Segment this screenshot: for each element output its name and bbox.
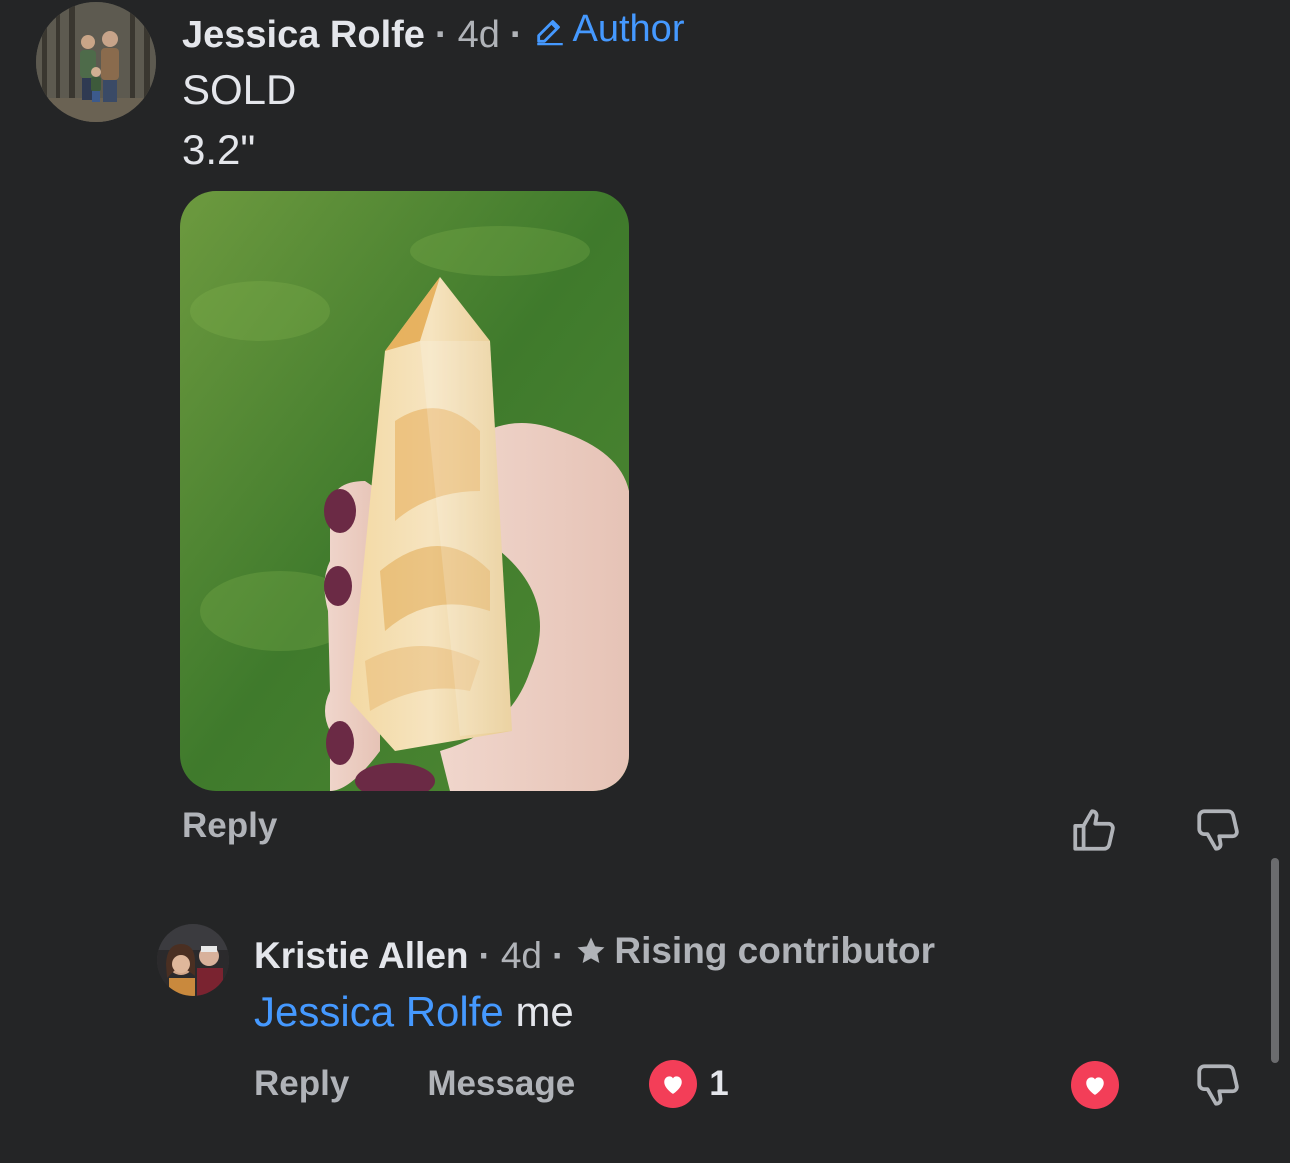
comment-text-line: SOLD: [182, 66, 297, 113]
avatar[interactable]: [36, 2, 156, 122]
love-react-button[interactable]: [1067, 1057, 1123, 1113]
author-badge-label: Author: [572, 8, 685, 50]
author-name[interactable]: Kristie Allen: [254, 935, 469, 977]
mention-link[interactable]: Jessica Rolfe: [254, 988, 504, 1035]
avatar[interactable]: [157, 924, 229, 996]
reply-actions: Reply Message 1: [254, 1060, 729, 1108]
reply-text: Jessica Rolfe me: [254, 988, 574, 1036]
message-button[interactable]: Message: [427, 1064, 575, 1104]
heart-icon: [649, 1060, 698, 1108]
reaction-count: 1: [709, 1064, 729, 1103]
reply-button[interactable]: Reply: [254, 1064, 349, 1104]
separator-dot: ·: [434, 13, 448, 56]
timestamp[interactable]: 4d: [458, 14, 500, 57]
rising-contributor-badge: Rising contributor: [574, 930, 935, 972]
separator-dot: ·: [478, 935, 491, 976]
comment-text-line: 3.2": [182, 126, 256, 173]
author-badge: Author: [533, 8, 685, 51]
reply-header: Kristie Allen · 4d · Rising contributor: [254, 930, 935, 977]
badge-label: Rising contributor: [614, 930, 935, 971]
separator-dot: ·: [552, 935, 565, 976]
author-name[interactable]: Jessica Rolfe: [182, 14, 425, 57]
reply-message: me: [515, 988, 574, 1035]
reaction-summary[interactable]: 1: [649, 1060, 729, 1108]
reply-button[interactable]: Reply: [182, 806, 277, 846]
thumbs-down-icon[interactable]: [1190, 802, 1246, 858]
separator-dot: ·: [509, 13, 523, 56]
scrollbar[interactable]: [1271, 858, 1279, 1063]
comments-thread: Jessica Rolfe · 4d · Author SOLD 3.2" Re…: [0, 0, 1290, 1163]
comment-header: Jessica Rolfe · 4d · Author: [182, 8, 684, 57]
star-icon: [577, 937, 605, 964]
pencil-icon: [536, 19, 563, 45]
thumbs-up-icon[interactable]: [1066, 802, 1122, 858]
heart-icon: [1071, 1061, 1119, 1109]
comment-photo[interactable]: [180, 191, 629, 791]
timestamp[interactable]: 4d: [501, 935, 542, 977]
thumbs-down-icon[interactable]: [1190, 1057, 1246, 1113]
